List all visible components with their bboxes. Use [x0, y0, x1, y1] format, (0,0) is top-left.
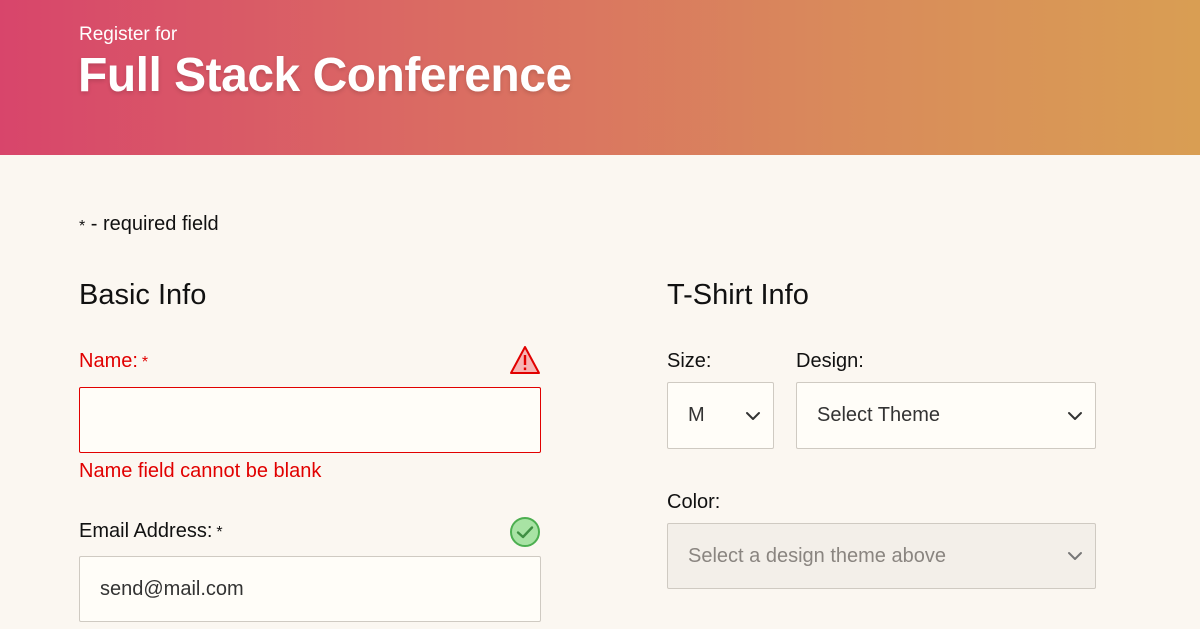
basic-info-heading: Basic Info: [79, 279, 207, 311]
color-select[interactable]: Select a design theme above: [667, 523, 1096, 589]
color-select-value: Select a design theme above: [688, 544, 946, 567]
warning-triangle-icon: [510, 346, 540, 374]
size-label: Size:: [667, 350, 712, 372]
name-label: Name: *: [79, 350, 148, 373]
required-field-note: * - required field: [79, 213, 219, 236]
chevron-down-icon: [746, 411, 760, 420]
email-label: Email Address: *: [79, 520, 223, 543]
name-input[interactable]: [79, 387, 541, 453]
design-select-value: Select Theme: [817, 404, 941, 426]
name-label-text: Name:: [79, 350, 138, 372]
required-star: *: [79, 218, 86, 235]
name-required-marker: *: [141, 354, 149, 371]
page-title: Full Stack Conference: [78, 49, 572, 102]
header-kicker: Register for: [79, 24, 178, 45]
chevron-down-icon: [1068, 552, 1082, 560]
chevron-down-icon: [1068, 411, 1082, 420]
email-required-marker: *: [216, 524, 223, 541]
color-label: Color:: [667, 491, 721, 513]
page-header: Register for Full Stack Conference: [0, 0, 1200, 155]
size-select[interactable]: M: [667, 382, 774, 449]
name-error-message: Name field cannot be blank: [79, 460, 322, 482]
required-note-text: - required field: [85, 213, 219, 235]
tshirt-info-heading: T-Shirt Info: [667, 279, 809, 311]
size-select-value: M: [688, 404, 705, 426]
design-select[interactable]: Select Theme: [796, 382, 1096, 449]
checkmark-circle-icon: [510, 517, 540, 547]
email-label-text: Email Address:: [79, 520, 213, 542]
email-input[interactable]: [79, 556, 541, 622]
design-label: Design:: [796, 350, 864, 372]
